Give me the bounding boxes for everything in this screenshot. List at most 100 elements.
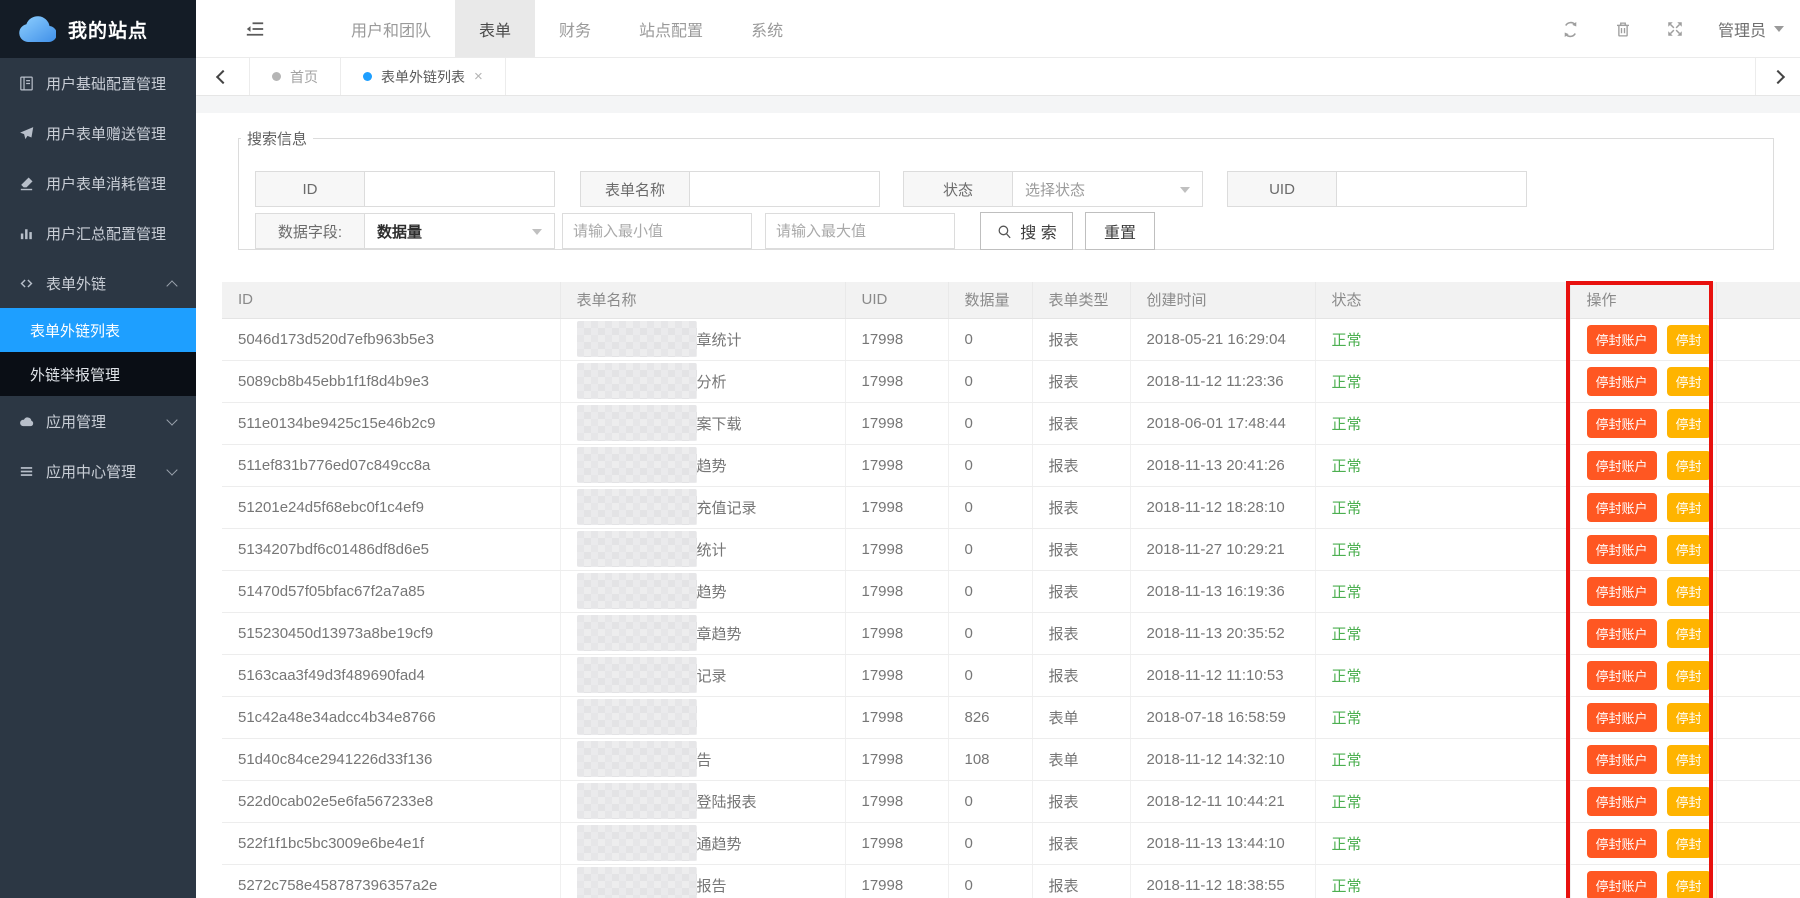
uid-input[interactable]	[1337, 171, 1527, 207]
ban-button[interactable]: 停封	[1667, 871, 1711, 898]
cell-uid: 17998	[845, 654, 948, 696]
nav-item-forms[interactable]: 表单	[455, 0, 535, 57]
send-icon	[18, 125, 35, 142]
cell-form-type: 报表	[1032, 444, 1130, 486]
tab-home[interactable]: 首页	[250, 58, 341, 95]
close-icon[interactable]: ×	[474, 68, 483, 85]
ban-button[interactable]: 停封	[1667, 745, 1711, 774]
status-select[interactable]: 选择状态	[1013, 171, 1203, 207]
max-value-input[interactable]	[765, 213, 955, 249]
ban-button[interactable]: 停封	[1667, 409, 1711, 438]
fullscreen-icon[interactable]	[1666, 20, 1684, 38]
redacted-blur	[577, 321, 697, 357]
min-value-input[interactable]	[562, 213, 752, 249]
sidebar-item-user-base-config[interactable]: 用户基础配置管理	[0, 58, 196, 108]
cell-id: 51d40c84ce2941226d33f136	[222, 738, 560, 780]
cell-id: 51201e24d5f68ebc0f1c4ef9	[222, 486, 560, 528]
reset-button[interactable]: 重置	[1085, 212, 1155, 250]
sidebar-item-app-center-manage[interactable]: 应用中心管理	[0, 446, 196, 496]
id-input[interactable]	[365, 171, 555, 207]
ban-button[interactable]: 停封	[1667, 493, 1711, 522]
logo[interactable]: 我的站点	[0, 0, 196, 58]
ban-account-button[interactable]: 停封账户	[1587, 871, 1657, 898]
sidebar-submenu: 表单外链列表 外链举报管理	[0, 308, 196, 396]
cell-actions: 停封账户停封	[1570, 360, 1716, 402]
ban-account-button[interactable]: 停封账户	[1587, 619, 1657, 648]
ban-button[interactable]: 停封	[1667, 787, 1711, 816]
cell-uid: 17998	[845, 864, 948, 898]
ban-button[interactable]: 停封	[1667, 451, 1711, 480]
ban-account-button[interactable]: 停封账户	[1587, 703, 1657, 732]
sidebar-item-form-external-link[interactable]: 表单外链	[0, 258, 196, 308]
table-row: 522f1f1bc5bc3009e6be4e1f通趋势179980报表2018-…	[222, 822, 1800, 864]
collapse-sidebar-icon[interactable]	[245, 20, 265, 38]
trash-icon[interactable]	[1614, 20, 1632, 39]
col-header-id: ID	[222, 282, 560, 318]
cell-id: 5089cb8b45ebb1f1f8d4b9e3	[222, 360, 560, 402]
redacted-blur	[577, 615, 697, 651]
sidebar: 我的站点 用户基础配置管理 用户表单赠送管理 用户表单消耗管理	[0, 0, 196, 898]
ban-button[interactable]: 停封	[1667, 619, 1711, 648]
cell-filler	[1716, 822, 1800, 864]
redacted-blur	[577, 783, 697, 819]
ban-account-button[interactable]: 停封账户	[1587, 493, 1657, 522]
ban-account-button[interactable]: 停封账户	[1587, 577, 1657, 606]
nav-item-system[interactable]: 系统	[727, 0, 807, 57]
cell-form-type: 报表	[1032, 360, 1130, 402]
data-field-select-value: 数据量	[377, 221, 422, 242]
ban-button[interactable]: 停封	[1667, 829, 1711, 858]
search-button[interactable]: 搜 索	[980, 212, 1073, 250]
ban-button[interactable]: 停封	[1667, 325, 1711, 354]
cell-status: 正常	[1315, 360, 1570, 402]
cell-uid: 17998	[845, 570, 948, 612]
sidebar-item-user-form-consume[interactable]: 用户表单消耗管理	[0, 158, 196, 208]
form-name-input[interactable]	[690, 171, 880, 207]
redacted-blur	[577, 699, 697, 735]
ban-account-button[interactable]: 停封账户	[1587, 745, 1657, 774]
ban-account-button[interactable]: 停封账户	[1587, 829, 1657, 858]
cell-form-name: 报告	[560, 864, 845, 898]
ban-button[interactable]: 停封	[1667, 367, 1711, 396]
search-icon	[996, 223, 1013, 240]
form-name-suffix: 通趋势	[697, 833, 742, 854]
top-navbar: 用户和团队 表单 财务 站点配置 系统	[196, 0, 1800, 58]
ban-account-button[interactable]: 停封账户	[1587, 325, 1657, 354]
tabs-scroll-right[interactable]	[1755, 58, 1800, 95]
form-name-suffix: 统计	[697, 539, 727, 560]
sidebar-item-link-report-manage[interactable]: 外链举报管理	[0, 352, 196, 396]
form-name-suffix: 登陆报表	[697, 791, 757, 812]
nav-item-finance[interactable]: 财务	[535, 0, 615, 57]
nav-item-users-teams[interactable]: 用户和团队	[327, 0, 455, 57]
cell-created-at: 2018-11-27 10:29:21	[1130, 528, 1315, 570]
col-header-created-at: 创建时间	[1130, 282, 1315, 318]
admin-menu[interactable]: 管理员	[1718, 17, 1784, 41]
sidebar-item-app-manage[interactable]: 应用管理	[0, 396, 196, 446]
ban-account-button[interactable]: 停封账户	[1587, 367, 1657, 396]
sidebar-item-user-summary-config[interactable]: 用户汇总配置管理	[0, 208, 196, 258]
ban-button[interactable]: 停封	[1667, 661, 1711, 690]
ban-button[interactable]: 停封	[1667, 703, 1711, 732]
sidebar-item-form-link-list[interactable]: 表单外链列表	[0, 308, 196, 352]
ban-button[interactable]: 停封	[1667, 535, 1711, 564]
nav-item-site-config[interactable]: 站点配置	[615, 0, 727, 57]
reset-button-label: 重置	[1104, 219, 1136, 243]
ban-account-button[interactable]: 停封账户	[1587, 535, 1657, 564]
redacted-blur	[577, 531, 697, 567]
ban-account-button[interactable]: 停封账户	[1587, 661, 1657, 690]
cell-id: 5046d173d520d7efb963b5e3	[222, 318, 560, 360]
data-field-select[interactable]: 数据量	[365, 213, 555, 249]
cell-actions: 停封账户停封	[1570, 444, 1716, 486]
cell-uid: 17998	[845, 528, 948, 570]
ban-account-button[interactable]: 停封账户	[1587, 787, 1657, 816]
tab-form-link-list[interactable]: 表单外链列表 ×	[341, 58, 506, 95]
cell-filler	[1716, 528, 1800, 570]
refresh-icon[interactable]	[1561, 20, 1580, 39]
table-row: 51c42a48e34adcc4b34e876617998826表单2018-0…	[222, 696, 1800, 738]
cell-form-name: 案下载	[560, 402, 845, 444]
tabs-scroll-left[interactable]	[196, 58, 250, 95]
ban-account-button[interactable]: 停封账户	[1587, 409, 1657, 438]
sidebar-item-user-form-gift[interactable]: 用户表单赠送管理	[0, 108, 196, 158]
cell-actions: 停封账户停封	[1570, 612, 1716, 654]
ban-account-button[interactable]: 停封账户	[1587, 451, 1657, 480]
ban-button[interactable]: 停封	[1667, 577, 1711, 606]
